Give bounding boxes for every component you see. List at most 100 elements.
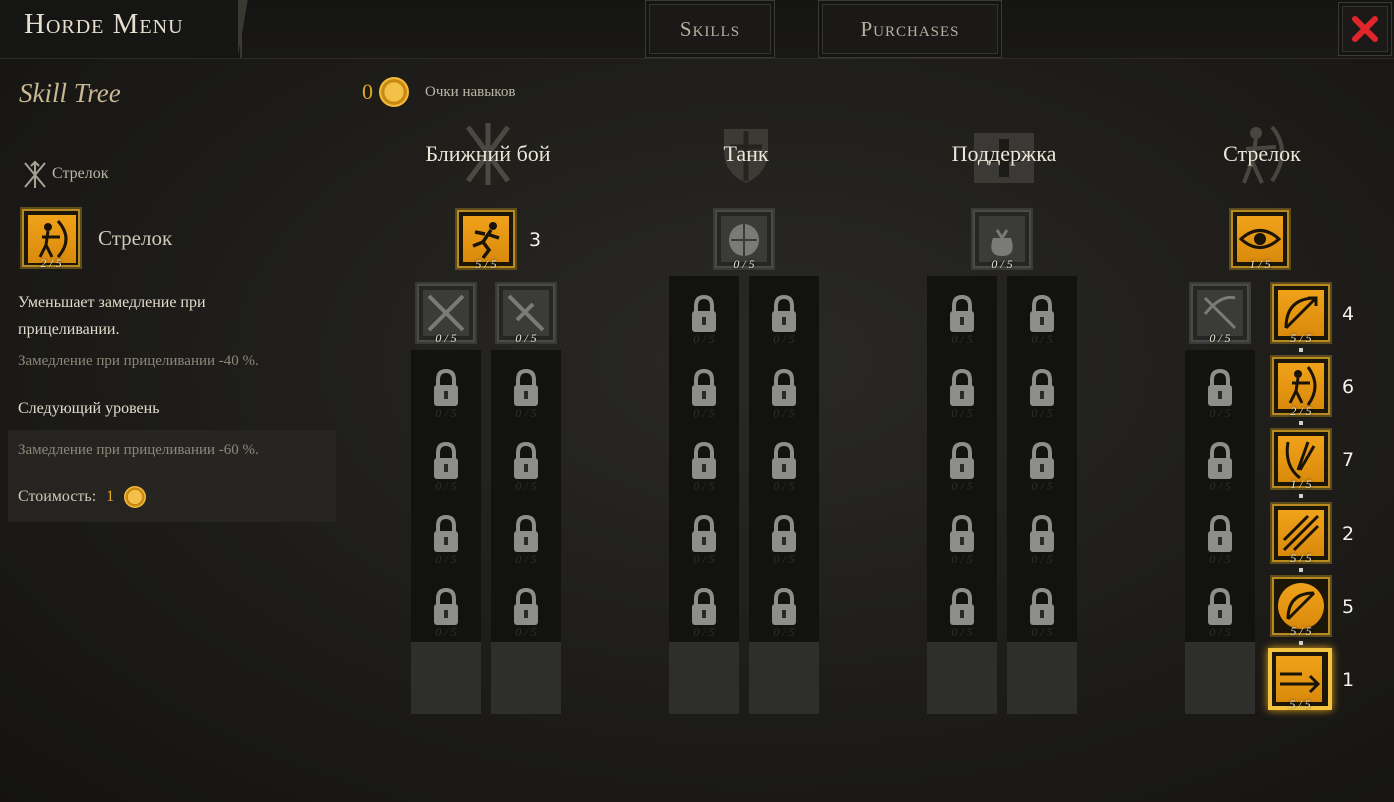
class-tag: Стрелок (52, 165, 109, 182)
locked-rank: 0 / 5 (1031, 332, 1053, 346)
locked-rank: 0 / 5 (1209, 625, 1231, 639)
piercing-arrow-icon (1276, 656, 1322, 702)
lock-icon (1205, 587, 1235, 627)
archer-icon (1278, 363, 1324, 409)
lock-icon (511, 587, 541, 627)
bow-circle-icon (1278, 583, 1324, 629)
bow-icon (1278, 290, 1324, 336)
lock-icon (431, 587, 461, 627)
locked-rank: 0 / 5 (435, 552, 457, 566)
current-effect: Замедление при прицеливании -40 %. (18, 353, 259, 369)
lock-icon (947, 514, 977, 554)
lock-icon (1205, 368, 1235, 408)
locked-rank: 0 / 5 (515, 479, 537, 493)
lock-icon (689, 441, 719, 481)
next-effect: Замедление при прицеливании -60 %. (18, 442, 259, 458)
skill-rank: 5 / 5 (1290, 624, 1312, 638)
skill-slot-archer-root[interactable]: 1 / 5 (1229, 208, 1291, 271)
lock-icon (689, 368, 719, 408)
lock-icon (769, 441, 799, 481)
order-label: 1 (1342, 669, 1355, 691)
skill-rank: 5 / 5 (1290, 331, 1312, 345)
locked-rank: 0 / 5 (515, 406, 537, 420)
skill-rank: 0 / 5 (733, 257, 755, 271)
locked-rank: 0 / 5 (693, 406, 715, 420)
skill-slot-archer-branch-left[interactable]: 0 / 5 (1189, 282, 1251, 345)
lock-icon (769, 368, 799, 408)
quiver-icon (1278, 436, 1324, 482)
lock-icon (1027, 368, 1057, 408)
locked-rank: 0 / 5 (515, 625, 537, 639)
connector-pip (1299, 494, 1303, 498)
lock-icon (689, 514, 719, 554)
selected-skill-icon[interactable]: 2 / 5 (20, 207, 82, 270)
tab-skills[interactable]: Skills (645, 0, 775, 58)
cost-value: 1 (106, 488, 115, 505)
lock-icon (947, 368, 977, 408)
lock-icon (769, 294, 799, 334)
skill-slot-archer-chain-5[interactable]: 5 / 5 (1270, 575, 1332, 638)
order-label: 6 (1342, 376, 1355, 398)
sword-icon (503, 290, 549, 336)
skill-slot-archer-chain-4[interactable]: 5 / 5 (1270, 502, 1332, 565)
sprint-icon (463, 216, 509, 262)
lock-icon (511, 368, 541, 408)
crossbow-icon (1197, 290, 1243, 336)
skill-slot-melee-branch-right[interactable]: 0 / 5 (495, 282, 557, 345)
column-title-melee: Ближний бой (425, 141, 551, 166)
skill-slot-archer-chain-6[interactable]: 5 / 5 (1268, 648, 1332, 711)
cost-label: Стоимость: (18, 488, 97, 505)
tab-purchases[interactable]: Purchases (818, 0, 1002, 58)
lock-icon (769, 514, 799, 554)
skill-point-coin-icon (379, 77, 409, 107)
skill-slot-archer-chain-2[interactable]: 2 / 5 (1270, 355, 1332, 418)
lock-icon (431, 441, 461, 481)
locked-rank: 0 / 5 (693, 625, 715, 639)
lock-icon (947, 294, 977, 334)
locked-final-slot (411, 642, 481, 714)
eye-target-icon (1237, 216, 1283, 262)
skill-rank: 5 / 5 (475, 257, 497, 271)
locked-rank: 0 / 5 (1031, 552, 1053, 566)
locked-rank: 0 / 5 (951, 625, 973, 639)
lock-icon (511, 441, 541, 481)
multi-arrow-icon (1278, 510, 1324, 556)
locked-rank: 0 / 5 (773, 479, 795, 493)
order-label: 3 (529, 229, 542, 251)
lock-icon (1205, 514, 1235, 554)
column-title-archer: Стрелок (1223, 141, 1301, 166)
skill-rank: 5 / 5 (1290, 551, 1312, 565)
lock-icon (947, 441, 977, 481)
locked-rank: 0 / 5 (435, 406, 457, 420)
skill-rank: 0 / 5 (991, 257, 1013, 271)
locked-rank: 0 / 5 (951, 552, 973, 566)
lock-icon (431, 368, 461, 408)
locked-final-slot (927, 642, 997, 714)
lock-icon (431, 514, 461, 554)
close-button[interactable] (1338, 2, 1392, 56)
locked-rank: 0 / 5 (773, 332, 795, 346)
locked-rank: 0 / 5 (693, 479, 715, 493)
skill-points-value: 0 (362, 79, 373, 104)
order-label: 4 (1342, 303, 1355, 325)
locked-rank: 0 / 5 (693, 332, 715, 346)
skill-slot-archer-chain-1[interactable]: 5 / 5 (1270, 282, 1332, 345)
connector-pip (1299, 568, 1303, 572)
lock-icon (1027, 441, 1057, 481)
skill-slot-melee-branch-left[interactable]: 0 / 5 (415, 282, 477, 345)
close-icon (1352, 16, 1378, 42)
lock-icon (689, 587, 719, 627)
skill-slot-archer-chain-3[interactable]: 1 / 5 (1270, 428, 1332, 491)
skill-slot-support-root[interactable]: 0 / 5 (971, 208, 1033, 271)
locked-final-slot (1007, 642, 1077, 714)
skill-rank: 1 / 5 (1290, 477, 1312, 491)
skill-slot-melee-root[interactable]: 5 / 5 (455, 208, 517, 271)
skill-tree-heading: Skill Tree (19, 78, 121, 108)
connector-pip (1299, 421, 1303, 425)
lock-icon (1027, 587, 1057, 627)
column-title-tank: Танк (723, 141, 769, 166)
locked-rank: 0 / 5 (515, 552, 537, 566)
order-label: 7 (1342, 449, 1355, 471)
skill-slot-tank-root[interactable]: 0 / 5 (713, 208, 775, 271)
order-label: 5 (1342, 596, 1355, 618)
